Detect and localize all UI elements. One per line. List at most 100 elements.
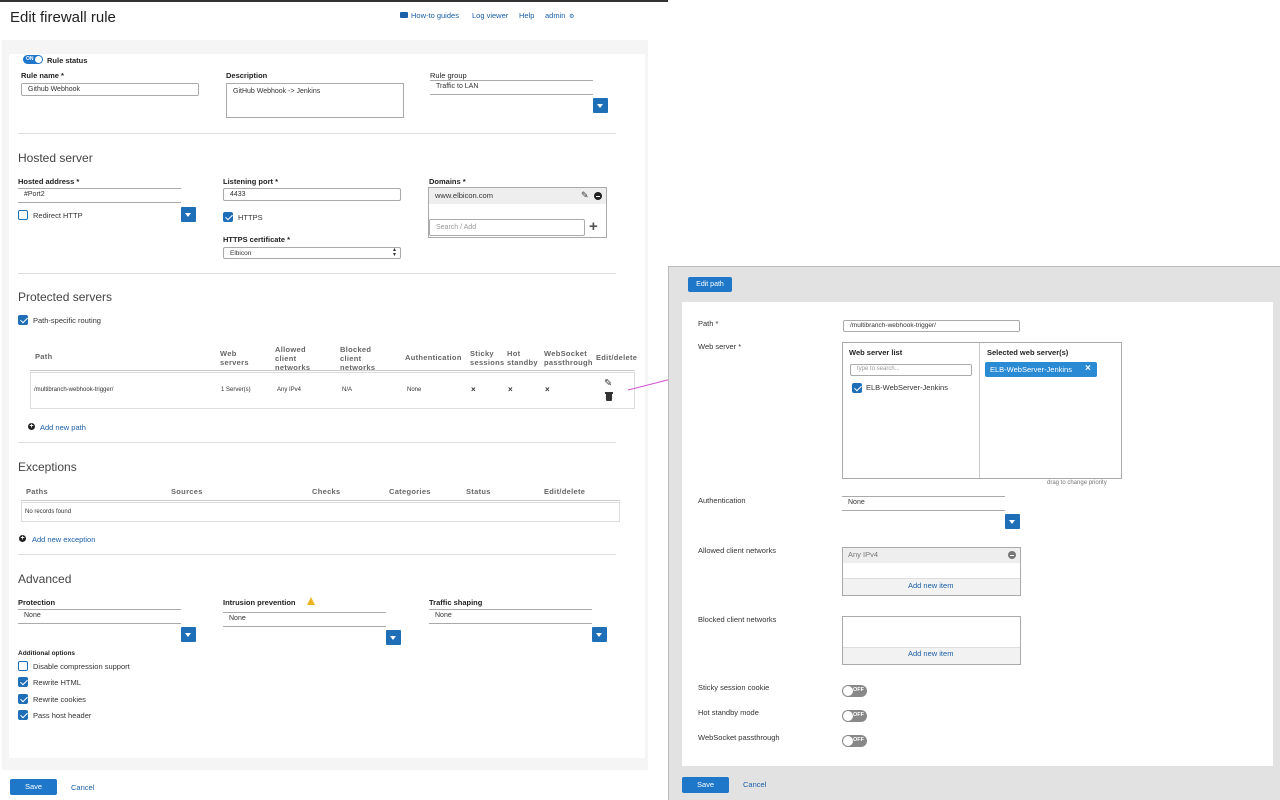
description-textarea[interactable]: GitHub Webhook -> Jenkins [226, 83, 404, 118]
toggle-on-label: ON [26, 56, 34, 62]
divider [18, 273, 616, 274]
remove-chip-icon[interactable]: × [1085, 363, 1091, 374]
how-to-guides-link[interactable]: How-to guides [411, 11, 459, 20]
hot-standby-toggle[interactable]: OFF [842, 710, 867, 722]
add-new-exception-link[interactable]: Add new exception [32, 535, 95, 544]
sticky-session-toggle[interactable]: OFF [842, 685, 867, 697]
hosted-address-dropdown-button[interactable] [181, 207, 196, 222]
edit-path-tab[interactable]: Edit path [688, 277, 732, 292]
remove-network-icon[interactable] [1008, 551, 1016, 559]
toggle-knob [843, 711, 853, 721]
save-button[interactable]: Save [10, 779, 57, 795]
path-routing-checkbox[interactable] [18, 315, 28, 325]
table-header-line [30, 370, 635, 371]
cancel-button[interactable]: Cancel [71, 783, 94, 792]
https-checkbox[interactable] [223, 212, 233, 222]
warning-icon [307, 597, 315, 605]
web-server-search-input[interactable]: type to search... [850, 364, 972, 376]
pass-host-header-label: Pass host header [33, 711, 92, 720]
authentication-select[interactable]: None [842, 496, 1005, 511]
selected-server-chip-label: ELB-WebServer-Jenkins [990, 365, 1072, 374]
main-page: Edit firewall rule How-to guides Log vie… [0, 0, 668, 800]
rule-group-select[interactable]: Traffic to LAN [430, 80, 593, 95]
https-label: HTTPS [238, 213, 263, 222]
listening-port-input[interactable]: 4433 [223, 188, 401, 201]
web-server-item-checkbox[interactable] [852, 383, 862, 393]
video-icon[interactable] [400, 12, 408, 18]
hosted-server-heading: Hosted server [18, 151, 93, 165]
user-menu[interactable]: admin [545, 11, 565, 20]
edit-path-cancel-button[interactable]: Cancel [743, 780, 766, 789]
path-input[interactable]: /multibranch-webhook-trigger/ [843, 320, 1020, 332]
rule-name-input[interactable]: Github Webhook [21, 83, 199, 96]
traffic-shaping-label: Traffic shaping [429, 598, 483, 607]
redirect-http-checkbox[interactable] [18, 210, 28, 220]
ex-col-edit-delete: Edit/delete [544, 487, 586, 496]
traffic-shaping-select[interactable]: None [429, 609, 592, 624]
description-label: Description [226, 71, 268, 80]
toggle-knob [843, 736, 853, 746]
delete-trash-icon[interactable] [605, 392, 613, 401]
edit-pencil-icon[interactable]: ✎ [581, 190, 589, 201]
add-exception-icon[interactable]: + [19, 535, 26, 542]
col-hot-standby: Hot standby [507, 349, 538, 367]
toggle-off-label: OFF [853, 737, 864, 743]
rewrite-cookies-checkbox[interactable] [18, 694, 28, 704]
authentication-dropdown-button[interactable] [1005, 514, 1020, 529]
web-server-item-label: ELB-WebServer-Jenkins [866, 383, 948, 392]
col-websocket: WebSocket passthrough [544, 349, 593, 367]
https-certificate-label: HTTPS certificate * [223, 235, 291, 244]
rule-group-dropdown-button[interactable] [593, 98, 608, 113]
add-new-path-link[interactable]: Add new path [40, 423, 86, 432]
protection-dropdown-button[interactable] [181, 627, 196, 642]
page-title: Edit firewall rule [10, 9, 116, 26]
help-link[interactable]: Help [519, 11, 534, 20]
cell-hot: × [508, 385, 513, 394]
col-allowed: Allowed client networks [275, 345, 311, 372]
domain-search-input[interactable]: Search / Add [429, 219, 585, 236]
intrusion-prevention-dropdown-button[interactable] [386, 630, 401, 645]
col-sticky: Sticky sessions [470, 349, 505, 367]
selected-server-chip[interactable]: ELB-WebServer-Jenkins × [985, 362, 1097, 377]
web-server-label: Web server * [698, 342, 742, 351]
hosted-address-label: Hosted address * [18, 177, 80, 186]
edit-path-dialog: Edit path Path * /multibranch-webhook-tr… [668, 266, 1280, 800]
edit-pencil-icon[interactable]: ✎ [604, 378, 612, 389]
remove-icon[interactable] [594, 192, 602, 200]
rewrite-html-checkbox[interactable] [18, 677, 28, 687]
pass-host-header-checkbox[interactable] [18, 710, 28, 720]
allowed-network-item: Any IPv4 [848, 550, 879, 559]
col-blocked: Blocked client networks [340, 345, 376, 372]
blocked-add-item-link[interactable]: Add new item [908, 649, 953, 658]
trash-body [606, 394, 612, 401]
cell-servers: 1 Server(s) [221, 387, 251, 393]
web-server-search-placeholder: type to search... [857, 366, 900, 372]
intrusion-prevention-select[interactable]: None [223, 612, 386, 627]
advanced-heading: Advanced [18, 572, 72, 586]
add-domain-icon[interactable]: + [589, 219, 598, 234]
cell-allowed: Any IPv4 [277, 387, 302, 393]
col-authentication: Authentication [405, 353, 462, 362]
traffic-shaping-dropdown-button[interactable] [592, 627, 607, 642]
user-icon[interactable]: ⚙ [569, 13, 574, 20]
domain-search-placeholder: Search / Add [436, 224, 477, 231]
add-path-icon[interactable]: + [28, 423, 35, 430]
edit-path-save-button[interactable]: Save [682, 777, 729, 793]
allowed-networks-label: Allowed client networks [698, 546, 776, 555]
disable-compression-checkbox[interactable] [18, 661, 28, 671]
https-certificate-select[interactable]: Elbicon [223, 247, 401, 259]
domain-item: www.elbicon.com [435, 191, 493, 200]
rule-status-toggle[interactable]: ON [23, 55, 43, 64]
allowed-add-item-link[interactable]: Add new item [908, 581, 953, 590]
path-routing-label: Path-specific routing [33, 316, 101, 325]
exceptions-heading: Exceptions [18, 460, 77, 474]
rewrite-cookies-label: Rewrite cookies [33, 695, 86, 704]
col-path: Path [35, 352, 53, 361]
log-viewer-link[interactable]: Log viewer [472, 11, 508, 20]
websocket-toggle[interactable]: OFF [842, 735, 867, 747]
hosted-address-select[interactable]: #Port2 [18, 188, 181, 203]
protected-servers-heading: Protected servers [18, 290, 113, 304]
hot-standby-label: Hot standby mode [698, 708, 759, 717]
protection-select[interactable]: None [18, 609, 181, 624]
ex-no-records: No records found [25, 509, 72, 515]
